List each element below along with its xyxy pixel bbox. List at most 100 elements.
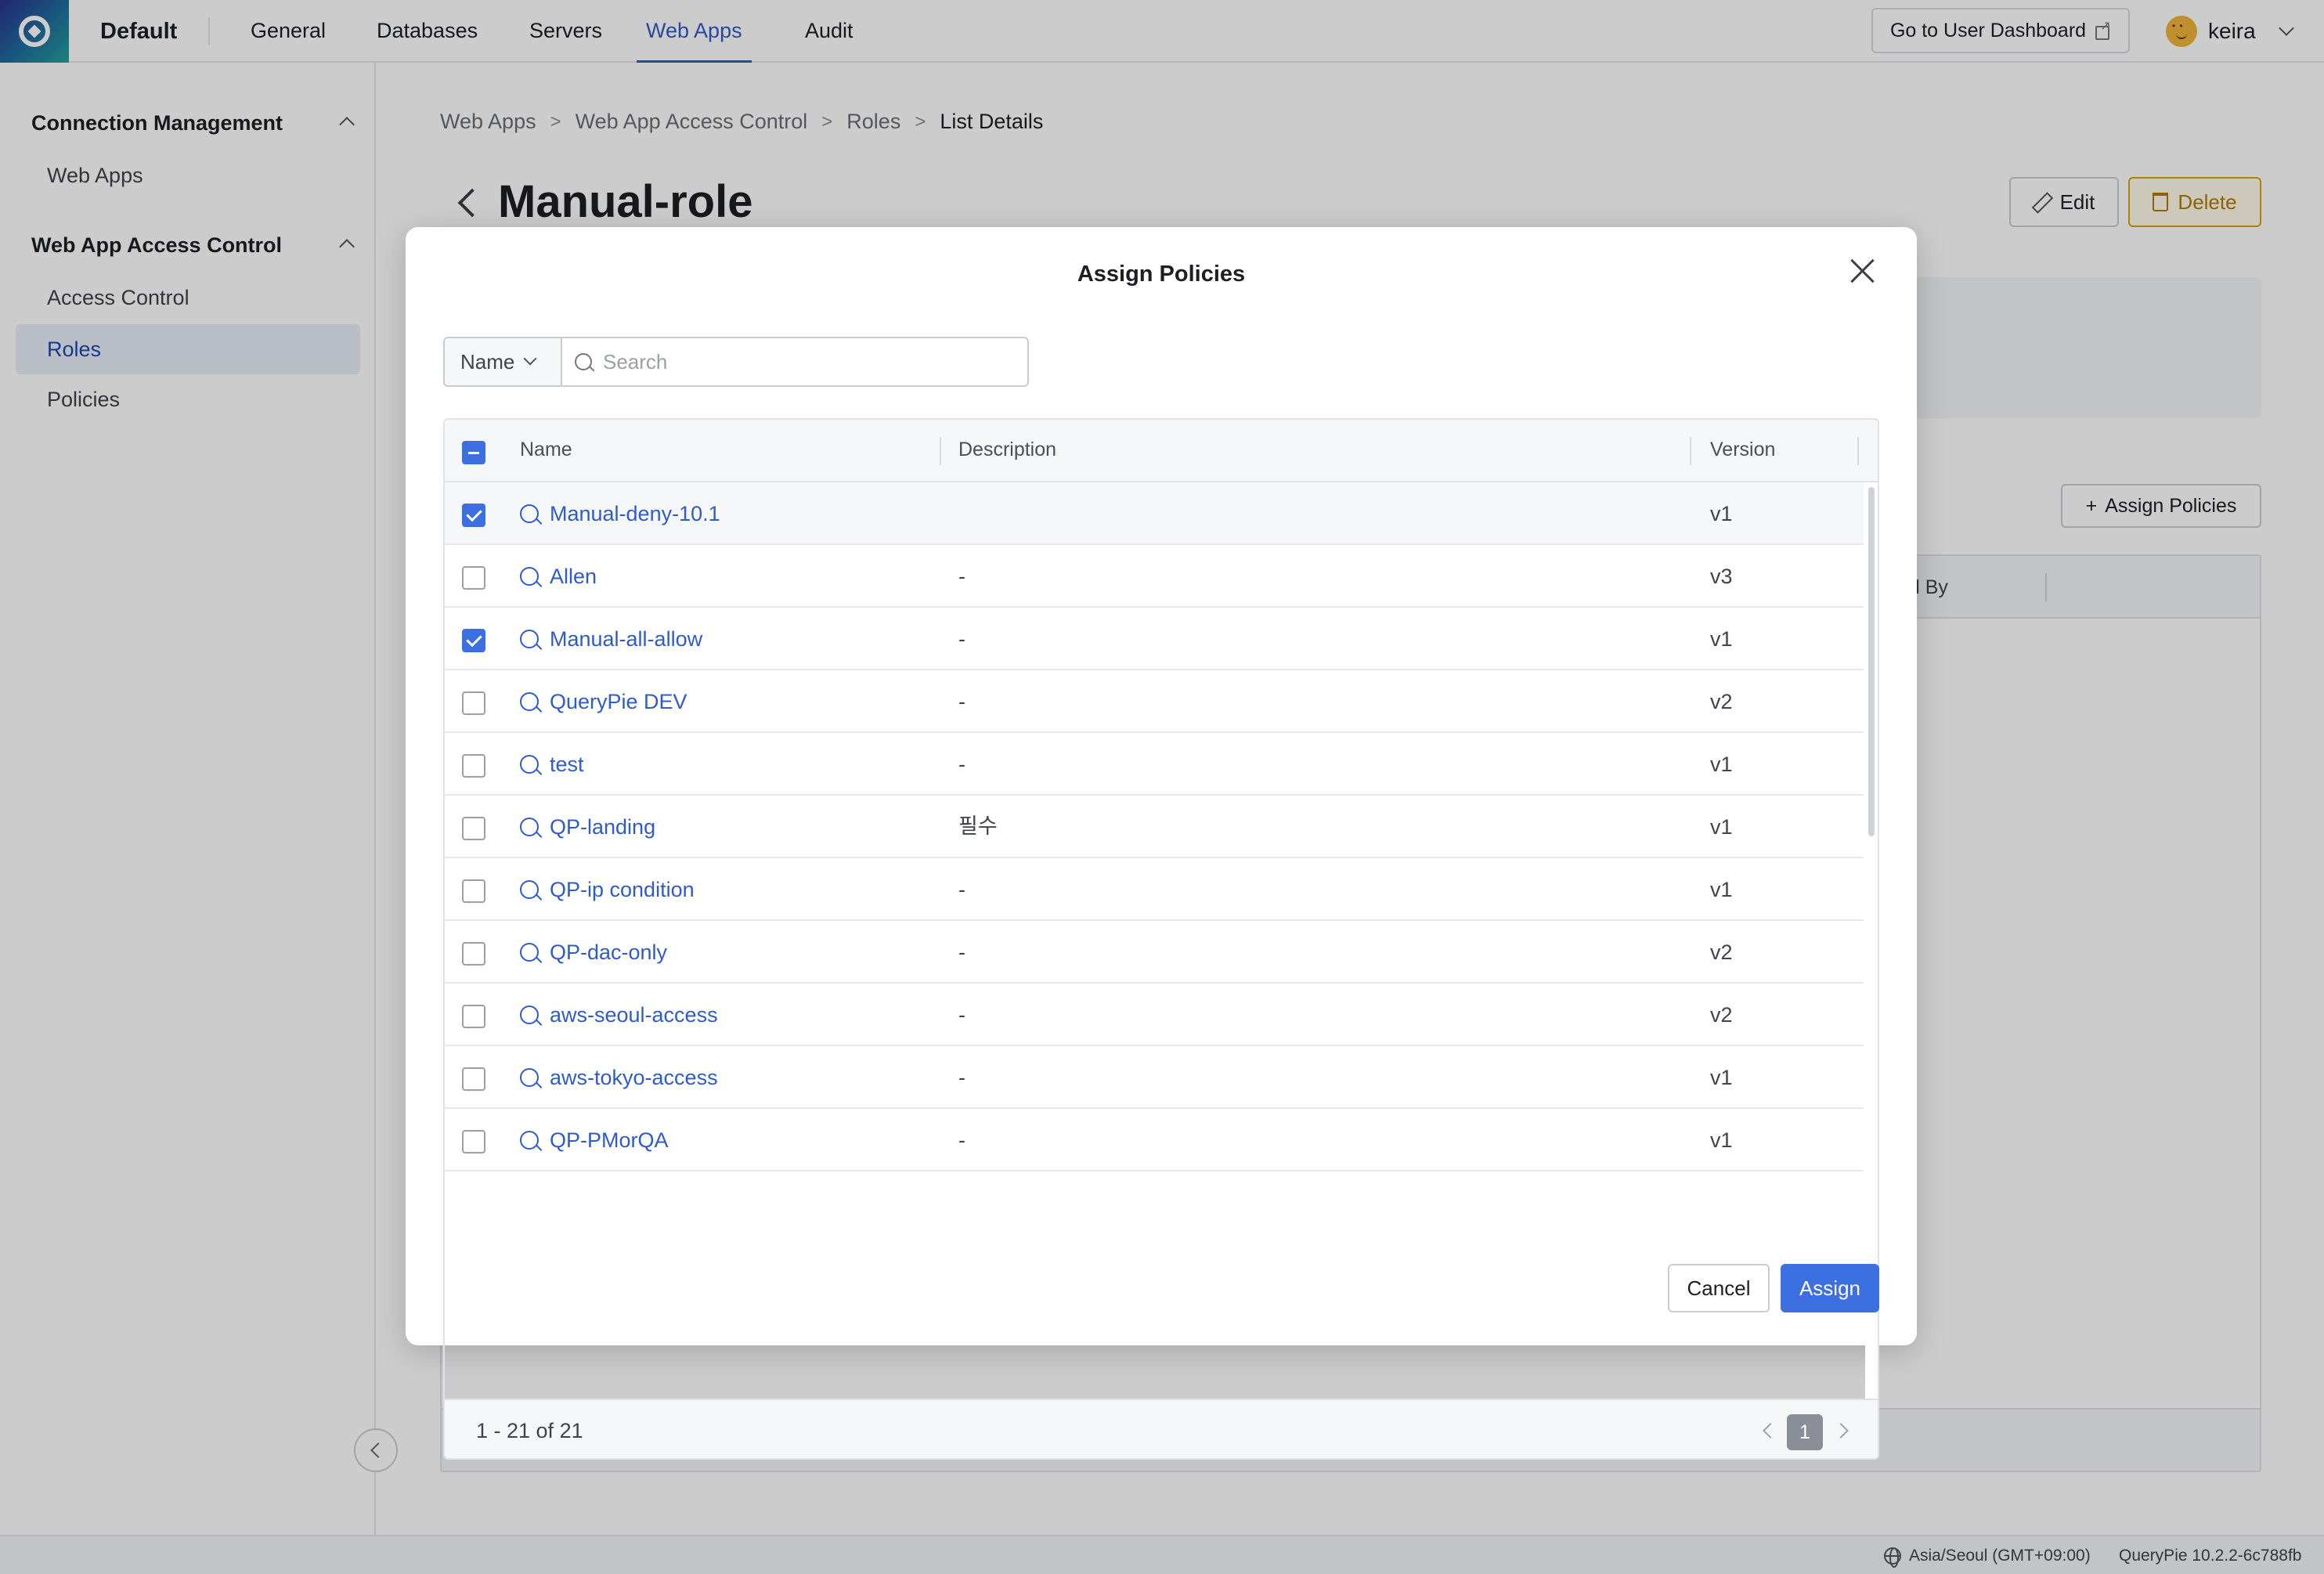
search-icon: [520, 1068, 539, 1087]
row-checkbox[interactable]: [462, 1005, 485, 1028]
row-checkbox[interactable]: [462, 1067, 485, 1091]
row-checkbox[interactable]: [462, 691, 485, 715]
policy-name: QP-PMorQA: [550, 1128, 669, 1152]
table-row[interactable]: QP-landing 필수 v1: [445, 796, 1864, 858]
policy-name-link[interactable]: Allen: [520, 545, 597, 608]
row-checkbox[interactable]: [462, 942, 485, 966]
scrollbar-thumb[interactable]: [1868, 487, 1875, 836]
policy-name-link[interactable]: QP-dac-only: [520, 921, 667, 984]
policy-name: Manual-deny-10.1: [550, 501, 720, 525]
policy-version: v1: [1710, 753, 1733, 776]
row-checkbox[interactable]: [462, 1130, 485, 1153]
policy-name: QP-landing: [550, 814, 656, 839]
column-divider[interactable]: [1690, 437, 1691, 465]
policy-name-link[interactable]: Manual-deny-10.1: [520, 482, 720, 545]
policy-name: aws-tokyo-access: [550, 1065, 718, 1089]
column-divider[interactable]: [1857, 437, 1859, 465]
policy-name: test: [550, 752, 584, 776]
table-row[interactable]: QP-dac-only - v2: [445, 921, 1864, 984]
table-footer: 1 - 21 of 21 1: [445, 1399, 1878, 1458]
row-checkbox[interactable]: [462, 817, 485, 840]
policy-description: -: [958, 878, 965, 901]
policy-version: v1: [1710, 1066, 1733, 1089]
row-checkbox[interactable]: [462, 879, 485, 903]
search-input[interactable]: [603, 349, 1010, 374]
policy-version: v3: [1710, 565, 1733, 588]
row-checkbox[interactable]: [462, 566, 485, 590]
row-checkbox[interactable]: [462, 504, 485, 527]
policy-version: v1: [1710, 1128, 1733, 1152]
policies-table: Name Description Version Manual-deny-10.…: [443, 418, 1879, 1460]
table-row[interactable]: test - v1: [445, 733, 1864, 796]
close-icon[interactable]: [1846, 255, 1878, 287]
select-all-checkbox[interactable]: [462, 441, 485, 464]
search-icon: [520, 1131, 539, 1150]
search-icon: [520, 755, 539, 774]
row-checkbox[interactable]: [462, 754, 485, 778]
table-row[interactable]: QP-ip condition - v1: [445, 858, 1864, 921]
policy-name-link[interactable]: Manual-all-allow: [520, 608, 702, 670]
cancel-button[interactable]: Cancel: [1668, 1264, 1770, 1312]
modal-title: Assign Policies: [1077, 262, 1246, 287]
policy-name: aws-seoul-access: [550, 1002, 718, 1027]
policy-description: -: [958, 1066, 965, 1089]
search-icon: [520, 692, 539, 711]
policy-name-link[interactable]: QP-landing: [520, 796, 655, 858]
search-icon: [520, 504, 539, 523]
policy-version: v1: [1710, 627, 1733, 651]
policy-version: v2: [1710, 940, 1733, 964]
column-header-name[interactable]: Name: [520, 439, 572, 461]
row-checkbox[interactable]: [462, 629, 485, 652]
policy-name-link[interactable]: test: [520, 733, 584, 796]
policy-name-link[interactable]: aws-seoul-access: [520, 984, 718, 1046]
policy-description: -: [958, 690, 965, 713]
search-box: [561, 337, 1029, 387]
column-header-description[interactable]: Description: [958, 439, 1056, 461]
policy-description: -: [958, 565, 965, 588]
search-icon: [520, 567, 539, 586]
policy-version: v2: [1710, 1003, 1733, 1027]
policy-name-link[interactable]: QueryPie DEV: [520, 670, 687, 733]
column-header-version[interactable]: Version: [1710, 439, 1775, 461]
assign-policies-modal: Assign Policies Name Name Description Ve…: [406, 227, 1917, 1460]
policy-name: Manual-all-allow: [550, 626, 703, 651]
policy-description: 필수: [958, 814, 998, 839]
policy-name: QueryPie DEV: [550, 689, 687, 713]
search-icon: [520, 818, 539, 836]
policy-name-link[interactable]: aws-tokyo-access: [520, 1046, 718, 1109]
table-row[interactable]: Manual-deny-10.1 v1: [445, 482, 1864, 545]
policy-version: v2: [1710, 690, 1733, 713]
column-divider[interactable]: [940, 437, 941, 465]
policy-description: -: [958, 1128, 965, 1152]
search-icon: [520, 880, 539, 899]
policy-description: -: [958, 627, 965, 651]
assign-button[interactable]: Assign: [1781, 1264, 1879, 1312]
policy-name: Allen: [550, 564, 597, 588]
table-scrollbar[interactable]: [1865, 482, 1878, 1399]
chevron-left-icon[interactable]: [1763, 1423, 1778, 1439]
chevron-right-icon[interactable]: [1833, 1423, 1849, 1439]
table-row[interactable]: aws-tokyo-access - v1: [445, 1046, 1864, 1109]
policy-description: -: [958, 940, 965, 964]
search-icon: [520, 1005, 539, 1024]
table-header: Name Description Version: [445, 420, 1878, 482]
policy-version: v1: [1710, 878, 1733, 901]
policy-description: -: [958, 753, 965, 776]
table-row[interactable]: Allen - v3: [445, 545, 1864, 608]
policy-name: QP-ip condition: [550, 877, 695, 901]
table-row[interactable]: Manual-all-allow - v1: [445, 608, 1864, 670]
search-icon: [520, 630, 539, 648]
filter-field-select[interactable]: Name: [443, 337, 561, 387]
policy-version: v1: [1710, 815, 1733, 839]
row-count: 1 - 21 of 21: [476, 1419, 583, 1442]
filter-field-label: Name: [460, 349, 515, 374]
table-row[interactable]: QP-PMorQA - v1: [445, 1109, 1864, 1171]
table-row[interactable]: QueryPie DEV - v2: [445, 670, 1864, 733]
table-row[interactable]: aws-seoul-access - v2: [445, 984, 1864, 1046]
search-icon: [520, 943, 539, 962]
page-number[interactable]: 1: [1787, 1414, 1823, 1450]
policy-name-link[interactable]: QP-ip condition: [520, 858, 695, 921]
policy-version: v1: [1710, 502, 1733, 525]
search-icon: [575, 353, 592, 370]
policy-name-link[interactable]: QP-PMorQA: [520, 1109, 669, 1171]
